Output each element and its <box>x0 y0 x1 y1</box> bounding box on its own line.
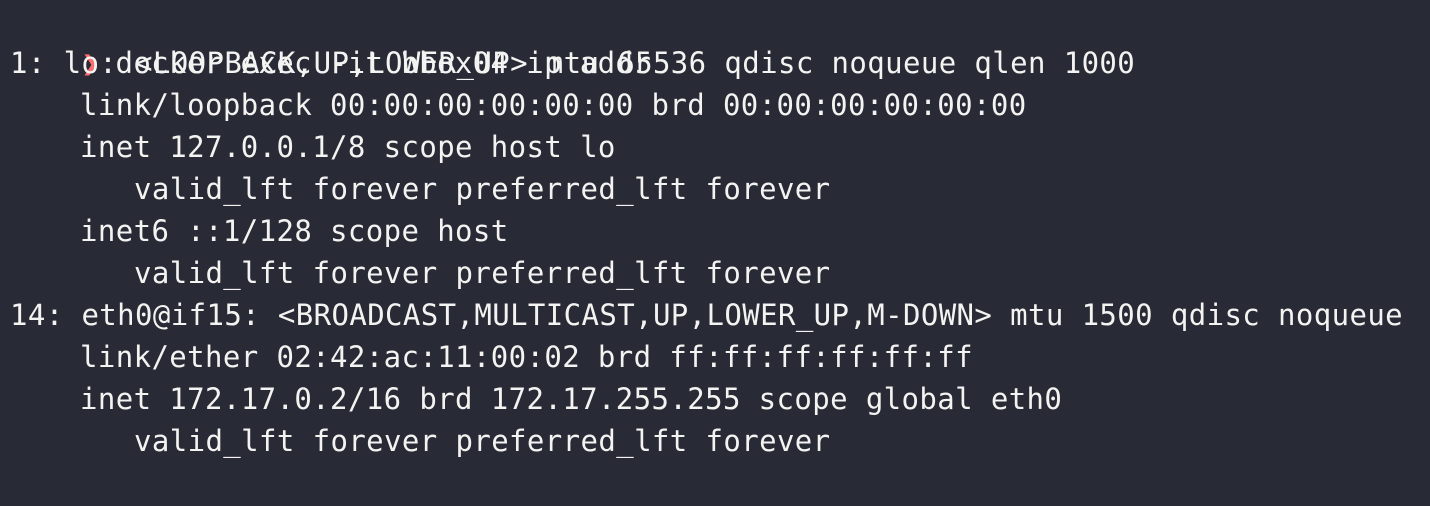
output-line: inet6 ::1/128 scope host <box>80 214 509 248</box>
output-line: valid_lft forever preferred_lft forever <box>134 256 831 290</box>
output-line: link/loopback 00:00:00:00:00:00 brd 00:0… <box>80 88 1027 122</box>
prompt-line: ❯ docker exec -it bbox04 ip addr <box>10 0 651 80</box>
output-line: 1: lo: <LOOPBACK,UP,LOWER_UP> mtu 65536 … <box>10 46 1136 80</box>
output-line: link/ether 02:42:ac:11:00:02 brd ff:ff:f… <box>80 340 973 374</box>
terminal-window[interactable]: ❯ docker exec -it bbox04 ip addr 1: lo: <… <box>0 0 1430 506</box>
output-line: inet 127.0.0.1/8 scope host lo <box>80 130 616 164</box>
output-line: valid_lft forever preferred_lft forever <box>134 424 831 458</box>
output-line: inet 172.17.0.2/16 brd 172.17.255.255 sc… <box>80 382 1063 416</box>
output-line: 14: eth0@if15: <BROADCAST,MULTICAST,UP,L… <box>10 298 1404 332</box>
output-line: valid_lft forever preferred_lft forever <box>134 172 831 206</box>
